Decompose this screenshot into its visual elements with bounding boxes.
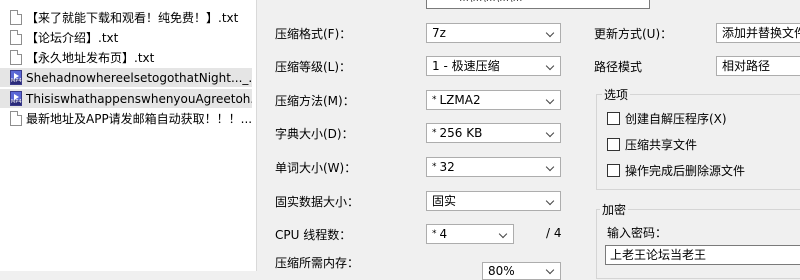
sfx-label: 创建自解压程序(X)	[625, 112, 727, 126]
password-label: 输入密码：	[607, 226, 668, 240]
path-mode-select[interactable]: 相对路径	[716, 56, 800, 76]
method-select[interactable]: * LZMA2	[426, 90, 561, 110]
star-marker: *	[432, 229, 437, 239]
file-name: 【论坛介绍】.txt	[26, 31, 119, 45]
file-item[interactable]: 【永久地址发布页】.txt	[0, 48, 252, 67]
file-item[interactable]: MP4 ThisiswhathappenswhenyouAgreetoh...	[0, 89, 252, 108]
memory-usage-select[interactable]: 80%	[482, 262, 561, 280]
word-size-select[interactable]: * 32	[426, 157, 561, 177]
file-item[interactable]: 最新地址及APP请发邮箱自动获取！！！...	[0, 109, 252, 128]
chevron-down-icon	[545, 162, 555, 172]
password-input[interactable]: 上老王论坛当老王	[605, 245, 800, 265]
shared-files-checkbox[interactable]: 压缩共享文件	[607, 136, 697, 153]
cpu-threads-value: 4	[439, 227, 448, 241]
text-file-icon	[10, 30, 22, 45]
options-title: 选项	[602, 86, 631, 103]
cpu-threads-select[interactable]: * 4	[426, 224, 514, 244]
file-list: 【来了就能下载和观看！纯免费！】.txt 【论坛介绍】.txt 【永久地址发布页…	[0, 0, 257, 271]
dict-size-select[interactable]: * 256 KB	[426, 123, 561, 143]
method-label: 压缩方法(M)：	[275, 94, 355, 108]
dict-size-label: 字典大小(D)：	[275, 127, 354, 141]
video-file-icon: MP4	[10, 91, 22, 106]
video-file-icon: MP4	[10, 70, 22, 85]
chevron-down-icon	[545, 128, 555, 138]
chevron-down-icon	[545, 28, 555, 38]
memory-label: 压缩所需内存：	[275, 256, 360, 270]
word-size-value: 32	[439, 160, 455, 174]
chevron-down-icon	[498, 229, 508, 239]
chevron-down-icon	[545, 265, 555, 275]
file-name: ThisiswhathappenswhenyouAgreetoh...	[26, 91, 252, 106]
memory-usage-value: 80%	[488, 264, 515, 278]
chevron-down-icon	[545, 61, 555, 71]
text-file-icon	[10, 10, 22, 25]
cpu-threads-max: / 4	[546, 226, 562, 240]
dict-size-value: 256 KB	[439, 126, 483, 140]
file-name: ShehadnowhereelsetogothatNight..._...	[26, 70, 252, 85]
checkbox-box	[607, 138, 620, 151]
encryption-title: 加密	[600, 201, 629, 218]
encryption-group: 加密 输入密码： 上老王论坛当老王	[596, 201, 800, 279]
path-mode-label: 路径模式	[594, 60, 643, 74]
chevron-down-icon	[545, 196, 555, 206]
update-mode-select[interactable]: 添加并替换文件	[716, 23, 800, 43]
solid-size-select[interactable]: 固实	[426, 191, 561, 211]
update-mode-value: 添加并替换文件	[722, 26, 800, 40]
star-marker: *	[432, 95, 437, 105]
options-group: 选项 创建自解压程序(X) 压缩共享文件 操作完成后删除源文件	[596, 86, 800, 190]
level-select[interactable]: 1 - 极速压缩	[426, 56, 561, 76]
method-value: LZMA2	[439, 93, 481, 107]
delete-after-label: 操作完成后删除源文件	[625, 164, 746, 178]
archive-path-text: …\…\…\…\…	[459, 0, 522, 4]
text-file-icon	[10, 111, 22, 126]
solid-size-label: 固实数据大小：	[275, 195, 360, 209]
update-mode-label: 更新方式(U)：	[594, 27, 673, 41]
file-name: 最新地址及APP请发邮箱自动获取！！！...	[26, 112, 252, 126]
path-mode-value: 相对路径	[722, 59, 771, 73]
file-type-badge: MP4	[11, 99, 22, 105]
archive-path-field[interactable]: …\…\…\…\…	[426, 0, 650, 9]
level-value: 1 - 极速压缩	[432, 59, 500, 73]
star-marker: *	[432, 162, 437, 172]
cpu-threads-label: CPU 线程数：	[275, 228, 352, 242]
compression-settings-panel: …\…\…\…\… 压缩格式(F)： 压缩等级(L)： 压缩方法(M)： 字典大…	[256, 0, 800, 280]
file-name: 【永久地址发布页】.txt	[26, 51, 155, 65]
checkbox-box	[607, 112, 620, 125]
sfx-checkbox[interactable]: 创建自解压程序(X)	[607, 110, 727, 127]
checkbox-box	[607, 164, 620, 177]
format-value: 7z	[432, 26, 446, 40]
file-type-badge: MP4	[11, 78, 22, 84]
file-item[interactable]: MP4 ShehadnowhereelsetogothatNight..._..…	[0, 68, 252, 87]
file-name: 【来了就能下载和观看！纯免费！】.txt	[26, 11, 239, 25]
shared-files-label: 压缩共享文件	[625, 138, 698, 152]
format-label: 压缩格式(F)：	[275, 27, 352, 41]
delete-after-checkbox[interactable]: 操作完成后删除源文件	[607, 162, 745, 179]
solid-size-value: 固实	[432, 194, 457, 208]
text-file-icon	[10, 50, 22, 65]
file-item[interactable]: 【来了就能下载和观看！纯免费！】.txt	[0, 8, 252, 27]
chevron-down-icon	[545, 95, 555, 105]
word-size-label: 单词大小(W)：	[275, 161, 357, 175]
star-marker: *	[432, 128, 437, 138]
format-select[interactable]: 7z	[426, 23, 561, 43]
file-item[interactable]: 【论坛介绍】.txt	[0, 28, 252, 47]
level-label: 压缩等级(L)：	[275, 60, 352, 74]
password-value: 上老王论坛当老王	[610, 248, 707, 262]
